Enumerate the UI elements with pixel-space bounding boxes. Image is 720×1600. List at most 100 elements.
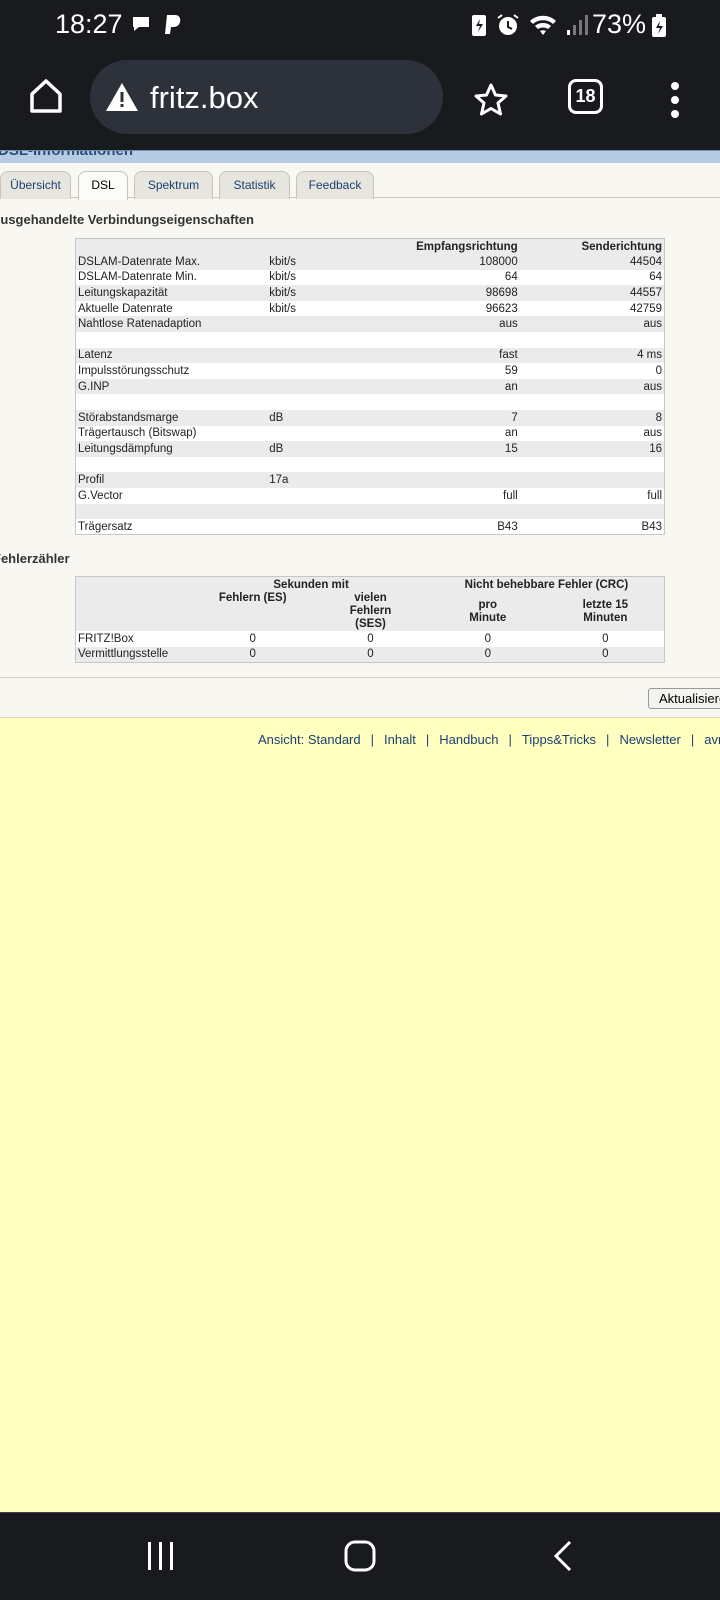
battery-icon	[652, 14, 666, 37]
tab-switcher-button[interactable]: 18	[568, 79, 603, 114]
table-cell: 0	[193, 646, 313, 663]
footer-link[interactable]: Tipps&Tricks	[522, 732, 596, 747]
link-separator: |	[606, 732, 610, 747]
page-title-bar: DSL-Informationen	[0, 150, 720, 163]
table-cell: aus	[519, 316, 665, 333]
more-menu-icon[interactable]	[668, 80, 682, 120]
table-header-crc: Nicht behebbare Fehler (CRC)	[428, 576, 665, 593]
table-cell	[376, 332, 520, 348]
footer-link[interactable]: avm.de	[704, 732, 720, 747]
system-nav-bar	[0, 1512, 720, 1600]
table-cell: 44504	[519, 254, 665, 270]
table-cell: 98698	[376, 285, 520, 301]
tab-uebersicht[interactable]: Übersicht	[0, 171, 71, 199]
table-cell	[267, 503, 377, 520]
table-cell	[267, 425, 377, 442]
wifi-icon	[530, 15, 556, 35]
table-cell: 0	[428, 631, 547, 647]
warning-icon[interactable]	[104, 80, 140, 114]
table-cell	[267, 316, 377, 333]
footer-link[interactable]: Newsletter	[619, 732, 680, 747]
table-cell: dB	[267, 410, 377, 426]
table-row: Trägertausch (Bitswap) an aus	[75, 425, 665, 442]
table-cell: 15	[376, 441, 520, 457]
tab-statistik[interactable]: Statistik	[219, 171, 290, 199]
footer-link[interactable]: Handbuch	[439, 732, 498, 747]
table-cell: Profil	[75, 472, 268, 488]
tab-feedback[interactable]: Feedback	[296, 171, 374, 199]
table-cell	[75, 394, 268, 411]
footer: Ansicht: Standard | Inhalt | Handbuch | Tipps&…	[0, 718, 720, 758]
url-text[interactable]: fritz.box	[150, 80, 259, 116]
table-row	[75, 456, 665, 473]
table-row	[75, 394, 665, 411]
table-cell: 7	[376, 410, 520, 426]
tab-spektrum[interactable]: Spektrum	[134, 171, 213, 199]
table-row: G.Vector full full	[75, 488, 665, 504]
table-header	[267, 238, 377, 255]
link-separator: |	[690, 732, 695, 747]
home-icon[interactable]	[26, 76, 66, 116]
footer-link[interactable]: Inhalt	[384, 732, 416, 747]
page-title: DSL-Informationen	[0, 150, 133, 159]
table-cell: an	[376, 425, 520, 442]
table-cell: 17a	[267, 472, 377, 488]
table-row: DSLAM-Datenrate Min. kbit/s 64 64	[75, 269, 665, 286]
table-cell	[267, 363, 377, 379]
tab-dsl[interactable]: DSL	[78, 171, 128, 200]
table-row: Trägersatz B43 B43	[75, 519, 665, 535]
table-cell: 0	[193, 631, 313, 647]
table-cell: Latenz	[75, 347, 268, 364]
table-header	[75, 238, 268, 255]
table-cell: 16	[519, 441, 665, 457]
table-cell	[376, 472, 520, 488]
table-row: Vermittlungsstelle 0 0 0 0	[75, 646, 665, 663]
table-cell: 64	[519, 269, 665, 286]
table-cell	[267, 394, 377, 411]
browser-toolbar: fritz.box 18	[0, 52, 720, 150]
table-cell: B43	[376, 519, 520, 535]
battery-saver-icon	[472, 15, 486, 36]
table-header-es: Fehlern (ES)	[193, 592, 313, 632]
status-time: 18:27	[55, 9, 123, 39]
table-cell: 0	[312, 646, 429, 663]
table-row: Impulsstörungsschutz 59 0	[75, 363, 665, 379]
table-header-downstream: Empfangsrichtung	[376, 238, 520, 255]
table-cell: Impulsstörungsschutz	[75, 363, 268, 379]
refresh-button[interactable]: Aktualisieren	[648, 688, 720, 709]
back-icon[interactable]	[552, 1540, 574, 1572]
table-header-ses: vielen Fehlern (SES)	[312, 592, 429, 632]
table-cell	[376, 503, 520, 520]
table-cell	[75, 332, 268, 348]
table-cell: fast	[376, 347, 520, 364]
web-content: DSL-Informationen Übersicht DSL Spektrum…	[0, 150, 720, 718]
table-row: G.INP an aus	[75, 378, 665, 395]
bookmark-star-icon[interactable]	[473, 82, 509, 118]
table-row: Profil 17a	[75, 472, 665, 488]
table-cell: aus	[519, 378, 665, 395]
table-header	[75, 576, 194, 593]
table-cell: 64	[376, 269, 520, 286]
table-cell: 42759	[519, 300, 665, 317]
recent-apps-icon[interactable]	[146, 1540, 176, 1572]
table-cell	[519, 503, 665, 520]
address-bar[interactable]: fritz.box	[90, 60, 443, 134]
table-cell: kbit/s	[267, 300, 377, 317]
table-cell	[267, 332, 377, 348]
table-cell: 8	[519, 410, 665, 426]
table-cell: 0	[428, 646, 547, 663]
home-nav-icon[interactable]	[344, 1540, 376, 1572]
footer-link[interactable]: Ansicht: Standard	[258, 732, 361, 747]
table-header	[75, 592, 194, 632]
table-cell	[75, 456, 268, 473]
link-separator: |	[425, 732, 430, 747]
table-cell: kbit/s	[267, 269, 377, 286]
battery-percent: 73%	[592, 9, 647, 39]
table-cell: DSLAM-Datenrate Max.	[75, 254, 268, 270]
table-cell: G.Vector	[75, 488, 268, 504]
chat-bubble-icon	[133, 17, 149, 31]
table-row: Aktuelle Datenrate kbit/s 96623 42759	[75, 300, 665, 317]
table-row: FRITZ!Box 0 0 0 0	[75, 631, 665, 647]
table-cell: aus	[376, 316, 520, 333]
table-cell: Störabstandsmarge	[75, 410, 268, 426]
